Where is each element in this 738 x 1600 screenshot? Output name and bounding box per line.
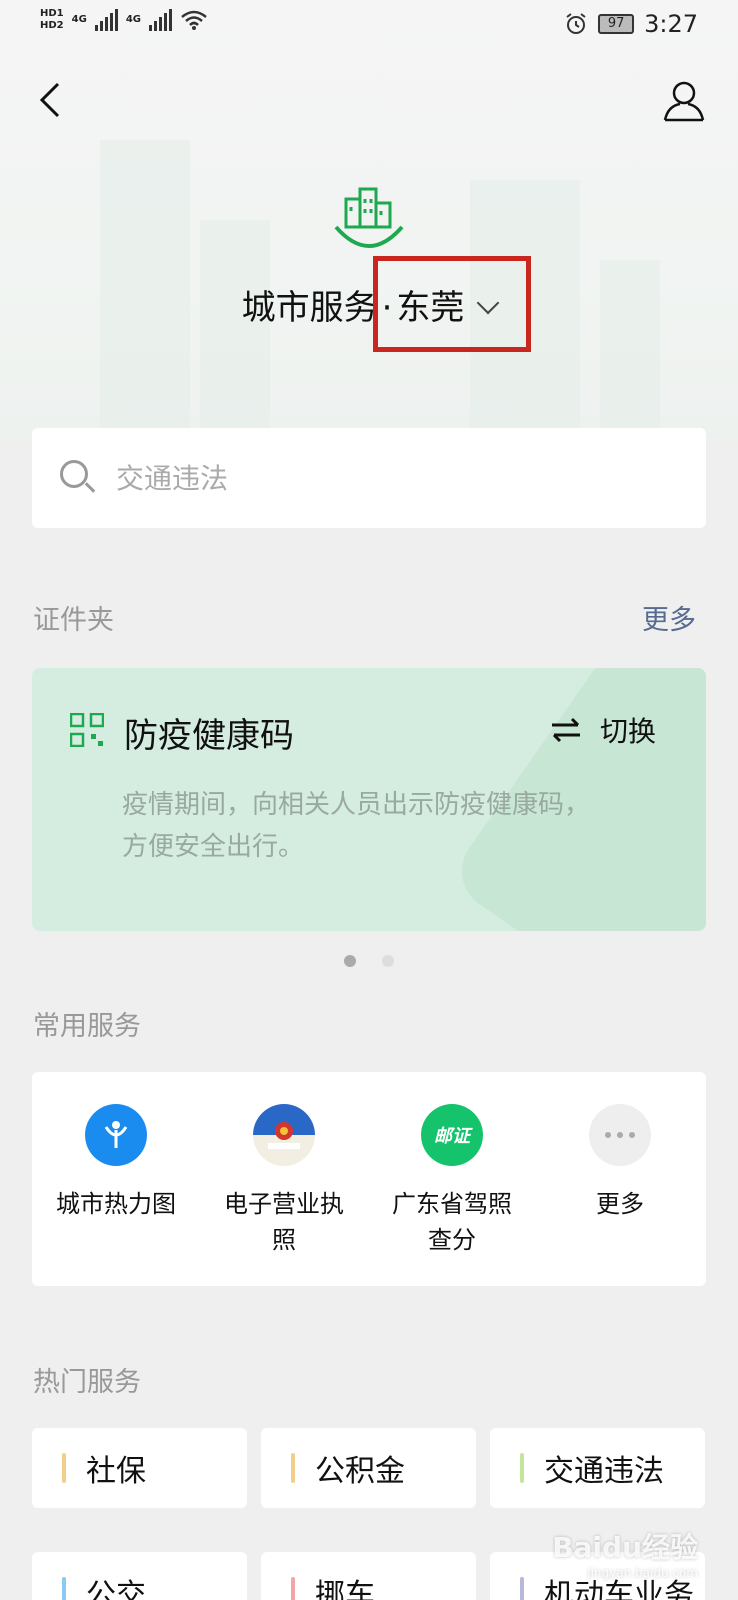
nav-bar (0, 70, 738, 130)
more-dots-icon (589, 1104, 651, 1166)
id-folder-label: 证件夹 (33, 605, 114, 636)
clock: 3:27 (644, 10, 698, 38)
hot-service-label: 挪车 (315, 1578, 375, 1600)
status-bar: HD1 HD2 4G 4G 97 3:27 (0, 0, 738, 52)
post-license-icon-text: 邮证 (434, 1126, 470, 1147)
hot-services-label: 热门服务 (33, 1367, 141, 1398)
common-services-panel: 城市热力图 电子营业执照 邮证 广东省驾照查分 更多 (32, 1072, 706, 1286)
hd-indicator: HD1 HD2 (40, 8, 64, 32)
hot-service-label: 交通违法 (544, 1454, 664, 1489)
hot-service-housing-fund[interactable]: 公积金 (261, 1428, 476, 1508)
hot-service-bus[interactable]: 公交 (32, 1552, 247, 1600)
signal-icon-2 (148, 9, 172, 31)
hd2-label: HD2 (40, 20, 64, 31)
card-title: 防疫健康码 (124, 716, 294, 756)
battery-icon: 97 (598, 14, 635, 34)
watermark: Baidu经验 jingyan.baidu.com (552, 1526, 698, 1580)
hot-service-label: 公交 (86, 1578, 146, 1600)
card-description: 疫情期间，向相关人员出示防疫健康码，方便安全出行。 (122, 790, 591, 862)
city-building-icon (334, 187, 404, 248)
service-driving-license[interactable]: 邮证 广东省驾照查分 (368, 1072, 536, 1286)
service-label: 广东省驾照查分 (392, 1190, 512, 1254)
service-label: 电子营业执照 (224, 1190, 344, 1254)
qr-code-icon (70, 713, 104, 747)
signal-icon (94, 9, 118, 31)
hot-service-label: 社保 (86, 1454, 146, 1489)
accent-bar (62, 1453, 66, 1483)
post-license-icon: 邮证 (421, 1104, 483, 1166)
service-heatmap[interactable]: 城市热力图 (32, 1072, 200, 1286)
profile-button[interactable] (660, 76, 708, 124)
watermark-text: Baidu经验 (552, 1531, 698, 1564)
business-license-icon (253, 1104, 315, 1166)
switch-label: 切换 (599, 715, 656, 748)
search-input[interactable] (116, 461, 616, 495)
health-code-card[interactable]: 防疫健康码 切换 疫情期间，向相关人员出示防疫健康码，方便安全出行。 (32, 668, 706, 931)
swap-icon (551, 717, 580, 743)
accent-bar (62, 1577, 66, 1600)
switch-button[interactable]: 切换 (550, 710, 656, 750)
title-service: 城市服务 (241, 288, 378, 328)
network-type-1: 4G (71, 14, 87, 25)
accent-bar (291, 1577, 295, 1600)
page-dot (344, 955, 356, 967)
watermark-sub: jingyan.baidu.com (587, 1566, 698, 1580)
hd1-label: HD1 (40, 8, 64, 19)
accent-bar (520, 1453, 524, 1483)
service-label: 城市热力图 (56, 1190, 176, 1218)
hot-service-social-security[interactable]: 社保 (32, 1428, 247, 1508)
network-type-2: 4G (125, 14, 141, 25)
carousel-indicator (344, 955, 394, 967)
hot-service-traffic-violation[interactable]: 交通违法 (490, 1428, 705, 1508)
alarm-icon (566, 13, 586, 34)
search-icon (60, 460, 96, 496)
back-button[interactable] (30, 78, 70, 122)
common-services-label: 常用服务 (33, 1011, 141, 1042)
id-folder-more-link[interactable]: 更多 (642, 598, 696, 637)
highlight-box (373, 256, 531, 352)
heatmap-icon (85, 1104, 147, 1166)
service-business-license[interactable]: 电子营业执照 (200, 1072, 368, 1286)
accent-bar (291, 1453, 295, 1483)
accent-bar (520, 1577, 524, 1600)
hot-service-label: 公积金 (315, 1454, 405, 1489)
service-more[interactable]: 更多 (536, 1072, 704, 1286)
user-icon (663, 81, 705, 122)
service-label: 更多 (596, 1190, 644, 1218)
search-bar[interactable] (32, 428, 706, 528)
hot-service-move-car[interactable]: 挪车 (261, 1552, 476, 1600)
page-dot (382, 955, 394, 967)
chevron-left-icon (39, 82, 60, 118)
page-title: 城市服务 · 东莞 (0, 280, 738, 329)
wifi-icon (181, 10, 207, 30)
